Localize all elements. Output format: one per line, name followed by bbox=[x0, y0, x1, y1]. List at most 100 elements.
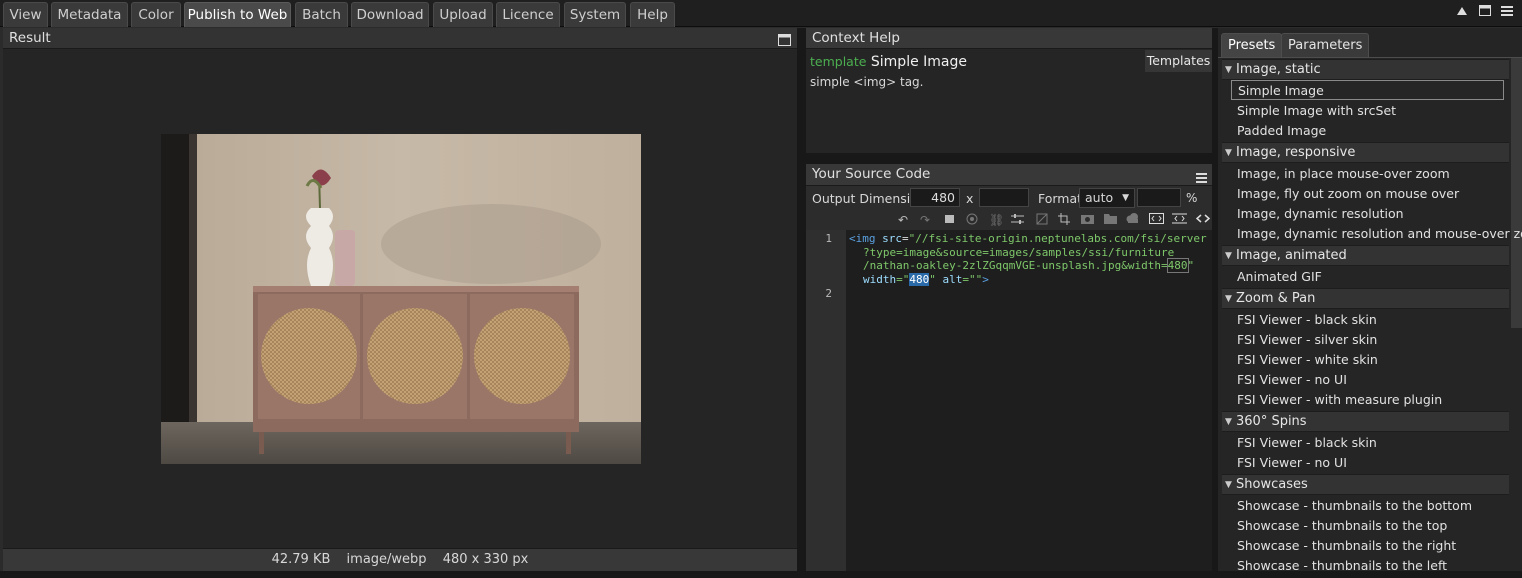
tab-publish-to-web[interactable]: Publish to Web bbox=[184, 2, 291, 27]
context-heading: template Simple Image bbox=[810, 53, 967, 71]
triangle-up-icon[interactable] bbox=[1455, 5, 1469, 19]
context-name: Simple Image bbox=[870, 54, 967, 70]
code-editor[interactable]: <img src="//fsi-site-origin.neptunelabs.… bbox=[846, 230, 1212, 571]
code-line-wrap: width="480" alt=""> bbox=[863, 272, 989, 286]
link-icon[interactable]: ⛓ bbox=[989, 213, 1004, 227]
preset-item[interactable]: FSI Viewer - silver skin bbox=[1231, 330, 1505, 350]
folder-icon[interactable] bbox=[1104, 213, 1117, 227]
tab-underline bbox=[1218, 57, 1522, 58]
line-gutter: 1 2 bbox=[806, 230, 846, 571]
scrollbar[interactable] bbox=[1511, 58, 1522, 328]
tab-licence[interactable]: Licence bbox=[496, 2, 560, 27]
preset-item[interactable]: FSI Viewer - no UI bbox=[1231, 453, 1505, 473]
result-preview-image bbox=[161, 134, 641, 464]
preset-group-zoom-pan[interactable]: ▼ Zoom & Pan bbox=[1222, 288, 1509, 309]
context-kind: template bbox=[810, 54, 867, 69]
preset-item[interactable]: FSI Viewer - with measure plugin bbox=[1231, 390, 1505, 410]
redo-icon[interactable]: ↷ bbox=[920, 213, 930, 227]
tab-help[interactable]: Help bbox=[630, 2, 675, 27]
code-icon[interactable] bbox=[1195, 213, 1211, 227]
width-input[interactable] bbox=[910, 188, 960, 207]
preset-item[interactable]: FSI Viewer - white skin bbox=[1231, 350, 1505, 370]
mime-type: image/webp bbox=[346, 552, 427, 567]
context-help-header: Context Help bbox=[806, 28, 1212, 49]
no-crop-icon[interactable] bbox=[1036, 213, 1048, 228]
preset-item[interactable]: Showcase - thumbnails to the bottom bbox=[1231, 496, 1505, 516]
preset-item[interactable]: Showcase - thumbnails to the right bbox=[1231, 536, 1505, 556]
preset-group-360-spins[interactable]: ▼ 360° Spins bbox=[1222, 411, 1509, 432]
preset-item[interactable]: FSI Viewer - black skin bbox=[1231, 310, 1505, 330]
output-dimension-label: Output Dimension bbox=[812, 191, 926, 206]
preset-item[interactable]: Showcase - thumbnails to the left bbox=[1231, 556, 1505, 571]
templates-button[interactable]: Templates bbox=[1145, 50, 1212, 72]
eye-icon[interactable] bbox=[966, 213, 978, 228]
horizontal-splitter[interactable] bbox=[806, 153, 1212, 164]
context-help-title: Context Help bbox=[812, 30, 900, 46]
preset-item[interactable]: Image, in place mouse-over zoom bbox=[1231, 164, 1505, 184]
preset-item[interactable]: Image, fly out zoom on mouse over bbox=[1231, 184, 1505, 204]
line-number: 1 bbox=[825, 232, 832, 245]
preset-item[interactable]: Padded Image bbox=[1231, 121, 1505, 141]
result-header: Result bbox=[3, 28, 797, 49]
tab-batch[interactable]: Batch bbox=[295, 2, 348, 27]
preset-group-showcases[interactable]: ▼ Showcases bbox=[1222, 474, 1509, 495]
tab-parameters[interactable]: Parameters bbox=[1281, 33, 1370, 57]
quality-input[interactable] bbox=[1137, 188, 1181, 207]
file-size: 42.79 KB bbox=[271, 552, 331, 567]
dimension-x-label: x bbox=[966, 191, 974, 206]
code-box-icon[interactable] bbox=[1149, 213, 1164, 227]
height-input[interactable] bbox=[979, 188, 1029, 207]
preset-item[interactable]: Image, dynamic resolution and mouse-over… bbox=[1231, 224, 1522, 244]
percent-label: % bbox=[1186, 191, 1198, 205]
preset-item[interactable]: Simple Image with srcSet bbox=[1231, 101, 1505, 121]
tab-download[interactable]: Download bbox=[351, 2, 429, 27]
preset-group-image-responsive[interactable]: ▼ Image, responsive bbox=[1222, 142, 1509, 163]
camera-icon[interactable] bbox=[1081, 213, 1094, 227]
preset-item[interactable]: Showcase - thumbnails to the top bbox=[1231, 516, 1505, 536]
preset-item[interactable]: FSI Viewer - black skin bbox=[1231, 433, 1505, 453]
source-title: Your Source Code bbox=[812, 166, 931, 182]
code-tools: ↶ ↷ ⛓ bbox=[806, 210, 1212, 230]
maximize-icon[interactable] bbox=[778, 32, 791, 53]
context-description: simple <img> tag. bbox=[810, 75, 924, 89]
tab-metadata[interactable]: Metadata bbox=[51, 2, 128, 27]
preset-item[interactable]: Animated GIF bbox=[1231, 267, 1505, 287]
code-wrap-icon[interactable] bbox=[1172, 213, 1187, 227]
code-line-wrap: /nathan-oakley-2zlZGqqmVGE-unsplash.jpg&… bbox=[863, 258, 1195, 274]
tab-system[interactable]: System bbox=[564, 2, 626, 27]
tab-presets[interactable]: Presets bbox=[1221, 33, 1283, 57]
preset-item[interactable]: Image, dynamic resolution bbox=[1231, 204, 1505, 224]
crop-icon[interactable] bbox=[1058, 213, 1070, 228]
format-value: auto bbox=[1085, 190, 1114, 205]
maximize-icon[interactable] bbox=[1478, 5, 1492, 19]
source-code-panel: Your Source Code Output Dimension x Form… bbox=[806, 164, 1212, 571]
preset-group-image-animated[interactable]: ▼ Image, animated bbox=[1222, 245, 1509, 266]
preset-group-image-static[interactable]: ▼ Image, static bbox=[1222, 59, 1509, 80]
source-header: Your Source Code bbox=[806, 164, 1212, 186]
result-panel: Result 42.79 KB image/webp 480 x 330 px bbox=[3, 28, 797, 571]
result-status-bar: 42.79 KB image/webp 480 x 330 px bbox=[3, 548, 797, 571]
vertical-splitter-left[interactable] bbox=[797, 28, 806, 574]
tab-color[interactable]: Color bbox=[131, 2, 181, 27]
code-line: <img src="//fsi-site-origin.neptunelabs.… bbox=[849, 232, 1207, 245]
format-select[interactable]: auto ▼ bbox=[1079, 188, 1135, 208]
sliders-icon[interactable] bbox=[1011, 213, 1024, 228]
code-line-wrap: ?type=image&source=images/samples/ssi/fu… bbox=[863, 245, 1175, 259]
copy-icon[interactable] bbox=[944, 213, 955, 227]
context-help-panel: Context Help template Simple Image Templ… bbox=[806, 28, 1212, 153]
preset-item[interactable]: Simple Image bbox=[1231, 80, 1504, 100]
bottom-splitter[interactable] bbox=[0, 571, 1522, 578]
presets-panel: Presets Parameters ▼ Image, static Simple… bbox=[1218, 28, 1522, 571]
chevron-down-icon: ▼ bbox=[1122, 193, 1129, 203]
tab-view[interactable]: View bbox=[3, 2, 48, 27]
tab-upload[interactable]: Upload bbox=[433, 2, 493, 27]
preset-item[interactable]: FSI Viewer - no UI bbox=[1231, 370, 1505, 390]
line-number: 2 bbox=[825, 287, 832, 300]
undo-icon[interactable]: ↶ bbox=[898, 213, 908, 227]
app-root: View Metadata Color Publish to Web Batch… bbox=[0, 0, 1522, 578]
top-menu-bar: View Metadata Color Publish to Web Batch… bbox=[0, 0, 1522, 27]
result-title: Result bbox=[9, 30, 51, 46]
cloud-icon[interactable] bbox=[1126, 213, 1139, 227]
menu-icon[interactable] bbox=[1500, 5, 1514, 19]
format-label: Format bbox=[1038, 191, 1083, 206]
